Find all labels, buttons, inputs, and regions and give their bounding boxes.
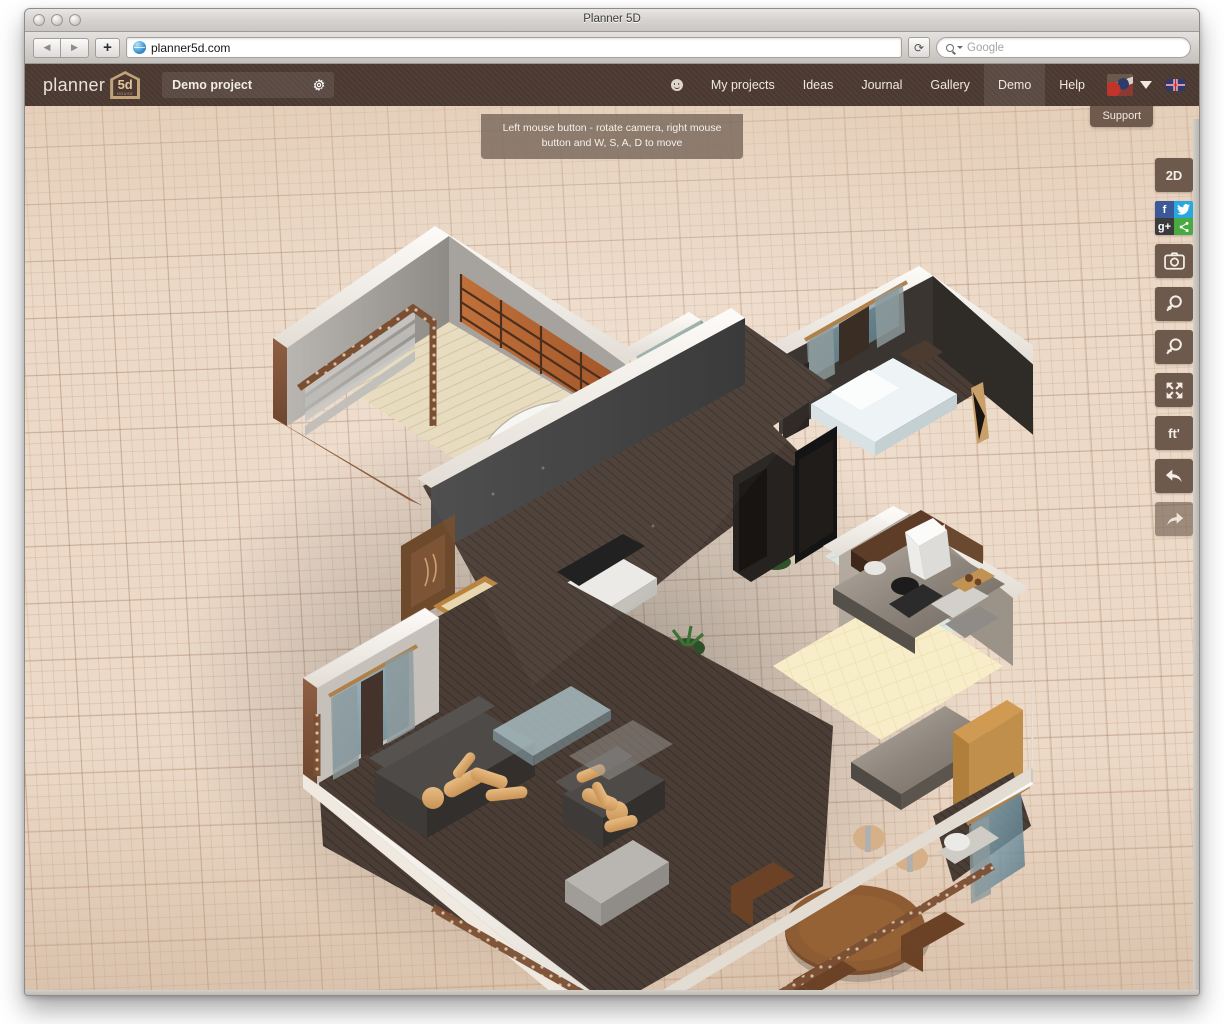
avatar[interactable]: [1107, 74, 1133, 96]
house-badge-icon: 5d HOUSE: [110, 71, 140, 99]
logo-badge-text: 5d: [118, 78, 133, 91]
nav-item-gallery[interactable]: Gallery: [916, 64, 984, 106]
zoom-out-button[interactable]: [1155, 330, 1193, 364]
project-name-text: Demo project: [172, 78, 252, 92]
zoom-in-button[interactable]: [1155, 287, 1193, 321]
window-right-edge: [1193, 119, 1199, 996]
logo-wordmark: planner: [43, 75, 105, 96]
chevron-down-icon[interactable]: [1140, 81, 1152, 89]
window-title: Planner 5D: [25, 13, 1199, 25]
2d-view-button[interactable]: 2D: [1155, 158, 1193, 192]
reload-icon[interactable]: ⟳: [908, 37, 930, 58]
logo-badge-sub: HOUSE: [117, 92, 133, 96]
undo-button[interactable]: [1155, 459, 1193, 493]
nav-item-demo[interactable]: Demo: [984, 64, 1045, 106]
navigation-buttons[interactable]: ◀ ▶: [33, 38, 89, 58]
browser-toolbar: ◀ ▶ + planner5d.com ⟳ Google: [25, 32, 1199, 64]
search-icon: [946, 44, 954, 52]
redo-button[interactable]: [1155, 502, 1193, 536]
share-icon[interactable]: [1174, 218, 1193, 235]
camera-hint-tooltip: Left mouse button - rotate camera, right…: [481, 114, 743, 159]
nav-item-help[interactable]: Help: [1045, 64, 1099, 106]
forward-icon[interactable]: ▶: [61, 38, 89, 58]
tool-rail: 2D f g+: [1155, 158, 1193, 536]
app-navbar: planner 5d HOUSE Demo project My project…: [25, 64, 1199, 106]
floorplan-model[interactable]: [133, 126, 1033, 996]
window-titlebar: Planner 5D: [25, 9, 1199, 32]
back-icon[interactable]: ◀: [33, 38, 61, 58]
googleplus-icon[interactable]: g+: [1155, 218, 1174, 235]
nav-items: My projects Ideas Journal Gallery Demo H…: [667, 64, 1199, 106]
globe-icon: [133, 41, 146, 54]
search-provider-chevron-icon: [957, 46, 963, 49]
nav-item-ideas[interactable]: Ideas: [789, 64, 848, 106]
planner5d-app: planner 5d HOUSE Demo project My project…: [25, 64, 1199, 996]
smiley-icon[interactable]: [671, 79, 683, 91]
screenshot-button[interactable]: [1155, 244, 1193, 278]
planner5d-logo[interactable]: planner 5d HOUSE: [43, 71, 140, 99]
nav-item-my-projects[interactable]: My projects: [697, 64, 789, 106]
search-input[interactable]: Google: [936, 37, 1191, 58]
nav-item-journal[interactable]: Journal: [847, 64, 916, 106]
url-text: planner5d.com: [151, 41, 230, 55]
viewport-3d[interactable]: Left mouse button - rotate camera, right…: [25, 106, 1199, 996]
new-tab-button[interactable]: +: [95, 38, 120, 58]
units-button[interactable]: ft': [1155, 416, 1193, 450]
fullscreen-button[interactable]: [1155, 373, 1193, 407]
project-name-field[interactable]: Demo project: [162, 72, 334, 98]
house-render: [133, 126, 1033, 996]
twitter-icon[interactable]: [1174, 201, 1193, 218]
facebook-icon[interactable]: f: [1155, 201, 1174, 218]
uk-flag-icon[interactable]: [1166, 79, 1185, 91]
browser-window: Planner 5D ◀ ▶ + planner5d.com ⟳ Google …: [24, 8, 1200, 996]
search-placeholder: Google: [967, 42, 1004, 54]
window-bottom-edge: [25, 990, 1199, 996]
gear-icon[interactable]: [312, 78, 326, 92]
address-bar[interactable]: planner5d.com: [126, 37, 902, 58]
support-tab[interactable]: Support: [1090, 106, 1153, 127]
share-buttons[interactable]: f g+: [1155, 201, 1193, 235]
